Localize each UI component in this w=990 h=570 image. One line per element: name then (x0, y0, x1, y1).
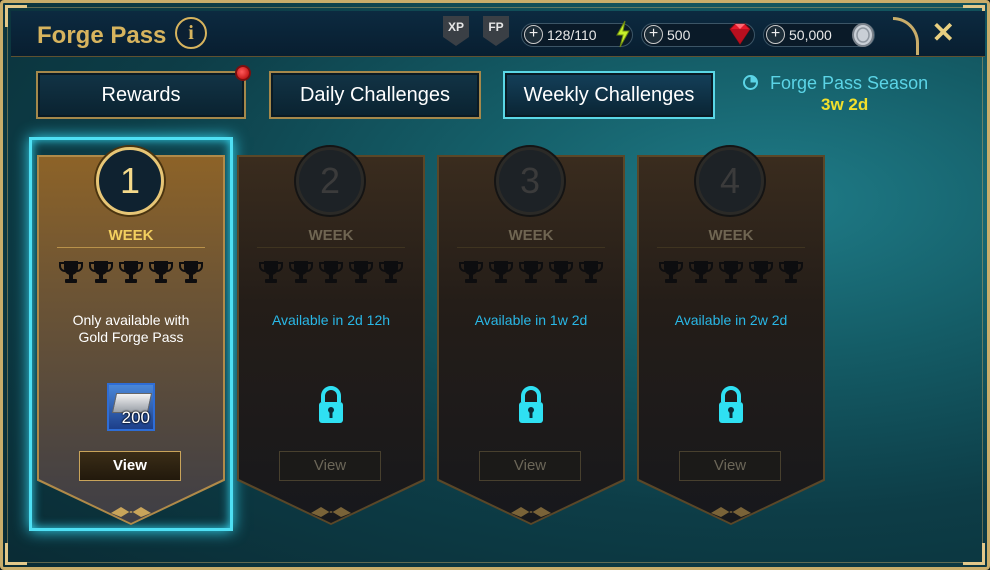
card-ornament-icon (711, 507, 751, 517)
trophy-icon (179, 261, 203, 283)
week-label: WEEK (708, 227, 754, 244)
trophy-icon (259, 261, 283, 283)
week-number: 4 (696, 147, 764, 215)
silver-value: 50,000 (789, 27, 832, 43)
divider (257, 247, 405, 248)
availability-text: Available in 2w 2d (674, 312, 788, 328)
trophy-icon (289, 261, 313, 283)
trophy-icon (579, 261, 603, 283)
forge-pass-window: Forge Pass i XP FP + 128/110 + 500 + 50,… (0, 0, 990, 570)
season-label: Forge Pass Season (770, 73, 929, 93)
energy-value: 128/110 (547, 27, 597, 43)
availability-text: Available in 1w 2d (474, 312, 588, 328)
trophy-row (459, 259, 603, 285)
week-card-1[interactable]: 1 WEEK Only available with Gold Forge Pa… (29, 137, 233, 531)
view-button[interactable]: View (279, 451, 381, 481)
view-button[interactable]: View (79, 451, 181, 481)
trophy-icon (319, 261, 343, 283)
top-bar: Forge Pass i XP FP + 128/110 + 500 + 50,… (11, 11, 985, 57)
trophy-icon (349, 261, 373, 283)
trophy-row (59, 259, 203, 285)
trophy-icon (149, 261, 173, 283)
close-button[interactable]: ✕ (932, 16, 955, 49)
add-silver-button[interactable]: + (766, 25, 785, 44)
card-ornament-icon (111, 507, 151, 517)
trophy-row (259, 259, 403, 285)
divider (57, 247, 205, 248)
week-card-3[interactable]: 3 WEEK Available in 1w 2d View (437, 147, 625, 525)
rubies-value: 500 (667, 27, 691, 43)
tab-weekly-challenges[interactable]: Weekly Challenges (503, 71, 715, 119)
week-label: WEEK (308, 227, 354, 244)
add-rubies-button[interactable]: + (644, 25, 663, 44)
week-number: 3 (496, 147, 564, 215)
lightning-icon (616, 20, 630, 48)
trophy-icon (779, 261, 803, 283)
fp-badge-icon[interactable]: FP (483, 16, 509, 46)
trophy-icon (119, 261, 143, 283)
view-button[interactable]: View (679, 451, 781, 481)
ruby-icon (729, 23, 751, 45)
week-number: 1 (96, 147, 164, 215)
trophy-icon (549, 261, 573, 283)
page-title: Forge Pass (37, 22, 167, 49)
availability-text: Only available with Gold Forge Pass (72, 312, 190, 345)
frame-corner (5, 543, 27, 565)
week-card-4[interactable]: 4 WEEK Available in 2w 2d View (637, 147, 825, 525)
lock-icon (719, 386, 743, 423)
card-ornament-icon (511, 507, 551, 517)
trophy-icon (719, 261, 743, 283)
lock-icon (519, 386, 543, 423)
divider (657, 247, 805, 248)
trophy-icon (59, 261, 83, 283)
trophy-icon (89, 261, 113, 283)
info-button[interactable]: i (175, 17, 207, 49)
trophy-row (659, 259, 803, 285)
trophy-icon (379, 261, 403, 283)
rubies-counter: + 500 (641, 23, 755, 47)
reward-quantity: 200 (121, 408, 150, 427)
week-number: 2 (296, 147, 364, 215)
trophy-icon (689, 261, 713, 283)
xp-badge-icon[interactable]: XP (443, 16, 469, 46)
divider (457, 247, 605, 248)
season-time-left: 3w 2d (821, 95, 869, 114)
card-ornament-icon (311, 507, 351, 517)
tab-label: Weekly Challenges (523, 84, 695, 106)
week-label: WEEK (108, 227, 154, 244)
trophy-icon (659, 261, 683, 283)
notification-dot-icon (235, 65, 251, 81)
trophy-icon (489, 261, 513, 283)
silver-coin-icon (852, 23, 874, 47)
tab-label: Rewards (101, 84, 181, 106)
reward-item[interactable]: 200 (107, 383, 155, 431)
tab-label: Daily Challenges (299, 84, 451, 106)
trophy-icon (519, 261, 543, 283)
frame-corner (963, 543, 985, 565)
week-card-2[interactable]: 2 WEEK Available in 2d 12h View (237, 147, 425, 525)
clock-icon (743, 75, 758, 90)
tab-rewards[interactable]: Rewards (36, 65, 251, 119)
availability-text: Available in 2d 12h (271, 312, 391, 328)
trophy-icon (749, 261, 773, 283)
week-label: WEEK (508, 227, 554, 244)
add-energy-button[interactable]: + (524, 25, 543, 44)
frame-ornament (893, 17, 919, 55)
tab-daily-challenges[interactable]: Daily Challenges (269, 71, 481, 119)
energy-counter: + 128/110 (521, 20, 633, 48)
view-button[interactable]: View (479, 451, 581, 481)
trophy-icon (459, 261, 483, 283)
lock-icon (319, 386, 343, 423)
silver-counter: + 50,000 (763, 23, 875, 47)
